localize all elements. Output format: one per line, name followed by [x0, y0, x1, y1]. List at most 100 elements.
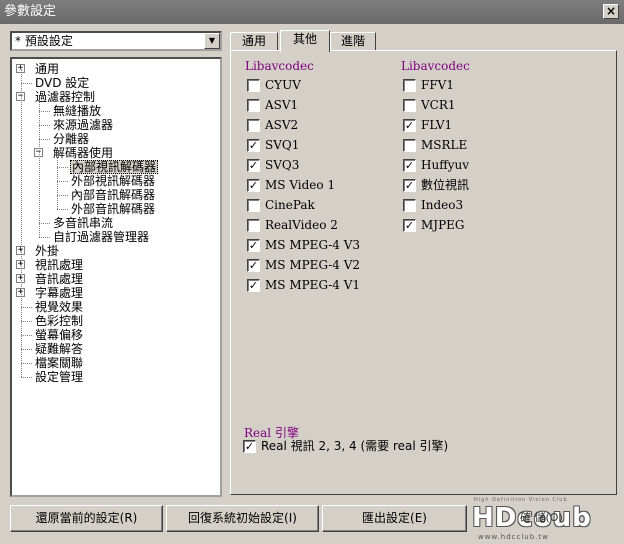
tree-item[interactable]: 內部視訊解碼器 — [70, 160, 159, 174]
codec-label: Huffyuv — [421, 158, 470, 172]
codec-checkbox[interactable] — [247, 119, 260, 132]
options-panel: Real 引擎 ✓ Real 視訊 2, 3, 4 (需要 real 引擎) L… — [230, 50, 617, 495]
close-button[interactable]: × — [603, 4, 619, 19]
tree-connector — [39, 139, 50, 140]
codec-label: FFV1 — [421, 78, 454, 92]
codec-checkbox[interactable]: ✓ — [247, 279, 260, 292]
tree-item[interactable]: 多音訊串流 — [52, 216, 114, 230]
codec-label: 數位視訊 — [421, 178, 470, 192]
tree-item[interactable]: 自訂過濾器管理器 — [52, 230, 150, 244]
codec-label: CYUV — [265, 78, 301, 92]
preset-dropdown[interactable]: * 預設設定 ▼ — [10, 31, 222, 51]
tree-connector — [21, 69, 22, 377]
codec-label: MS MPEG-4 V3 — [265, 238, 361, 252]
tree-connector — [57, 158, 58, 209]
codec-checkbox[interactable]: ✓ — [247, 259, 260, 272]
codec-checkbox[interactable]: ✓ — [403, 119, 416, 132]
codec-group-title: Libavcodec — [245, 59, 314, 73]
codec-checkbox[interactable] — [247, 99, 260, 112]
codec-label: SVQ1 — [265, 138, 300, 152]
tree-item[interactable]: 無縫播放 — [52, 104, 102, 118]
tree-connector — [39, 125, 50, 126]
watermark: High Definition Vision Club HDcoub 確 儲(O… — [472, 497, 620, 541]
tree-connector — [21, 363, 32, 364]
tree-item[interactable]: 分離器 — [52, 132, 90, 146]
codec-label: CinePak — [265, 198, 315, 212]
tree-item[interactable]: 過濾器控制 — [34, 90, 96, 104]
codec-label: VCR1 — [421, 98, 456, 112]
codec-checkbox[interactable] — [247, 199, 260, 212]
codec-label: MS MPEG-4 V2 — [265, 258, 361, 272]
codec-checkbox[interactable] — [403, 199, 416, 212]
tree-item[interactable]: 內部音訊解碼器 — [70, 188, 156, 202]
codec-checkbox[interactable] — [247, 219, 260, 232]
codec-checkbox[interactable]: ✓ — [403, 179, 416, 192]
tab-0[interactable]: 通用 — [230, 32, 278, 51]
tree-item[interactable]: 外部視訊解碼器 — [70, 174, 156, 188]
tree-item[interactable]: 視覺效果 — [34, 300, 84, 314]
codec-label: ASV2 — [265, 118, 299, 132]
tree-connector — [39, 102, 40, 237]
tree-connector — [39, 223, 50, 224]
tree-item[interactable]: 螢幕偏移 — [34, 328, 84, 342]
codec-checkbox[interactable]: ✓ — [403, 159, 416, 172]
codec-label: MS Video 1 — [265, 178, 336, 192]
codec-checkbox[interactable]: ✓ — [247, 159, 260, 172]
tree-connector — [21, 335, 32, 336]
codec-checkbox[interactable]: ✓ — [247, 239, 260, 252]
tree-item[interactable]: DVD 設定 — [34, 76, 90, 90]
tree-connector — [21, 349, 32, 350]
codec-label: SVQ3 — [265, 158, 300, 172]
tree-connector — [39, 237, 50, 238]
restore-settings-button[interactable]: 還原當前的設定(R) — [10, 505, 163, 532]
watermark-url: www.hdcclub.tw — [478, 533, 549, 541]
tree-item[interactable]: 外部音訊解碼器 — [70, 202, 156, 216]
tree-item[interactable]: 通用 — [34, 62, 60, 76]
tree-item[interactable]: 設定管理 — [34, 370, 84, 384]
tree-connector — [57, 181, 68, 182]
codec-label: Indeo3 — [421, 198, 464, 212]
tree-item[interactable]: 音訊處理 — [34, 272, 84, 286]
tree-item[interactable]: 外掛 — [34, 244, 60, 258]
real-video-label: Real 視訊 2, 3, 4 (需要 real 引擎) — [261, 439, 449, 453]
codec-checkbox[interactable] — [247, 79, 260, 92]
codec-checkbox[interactable] — [403, 79, 416, 92]
tree-item[interactable]: 解碼器使用 — [52, 146, 114, 160]
codec-group-title: Libavcodec — [401, 59, 470, 73]
tree-connector — [21, 377, 32, 378]
codec-checkbox[interactable] — [403, 139, 416, 152]
tree-connector — [57, 167, 68, 168]
codec-label: MSRLE — [421, 138, 468, 152]
codec-checkbox[interactable]: ✓ — [403, 219, 416, 232]
codec-label: FLV1 — [421, 118, 453, 132]
tree-connector — [21, 83, 32, 84]
codec-checkbox[interactable]: ✓ — [247, 179, 260, 192]
tree-connector — [21, 321, 32, 322]
settings-tree: + 通用 DVD 設定 − 過濾器控制 無縫播放 來源過濾器 分離器 − 解碼器使用 內部視訊解碼器… — [10, 57, 222, 497]
tree-connector — [39, 111, 50, 112]
codec-checkbox[interactable] — [403, 99, 416, 112]
codec-label: ASV1 — [265, 98, 299, 112]
codec-checkbox[interactable]: ✓ — [247, 139, 260, 152]
tree-item[interactable]: 來源過濾器 — [52, 118, 114, 132]
reset-defaults-button[interactable]: 回復系統初始設定(I) — [166, 505, 319, 532]
tree-item[interactable]: 字幕處理 — [34, 286, 84, 300]
tree-connector — [21, 307, 32, 308]
tree-connector — [57, 209, 68, 210]
export-settings-button[interactable]: 匯出設定(E) — [322, 505, 467, 532]
tab-2[interactable]: 進階 — [330, 32, 376, 51]
title-bar: 參數設定 × — [0, 0, 624, 24]
codec-label: MJPEG — [421, 218, 465, 232]
tree-connector — [57, 195, 68, 196]
chevron-down-icon[interactable]: ▼ — [204, 33, 220, 49]
tree-item[interactable]: 疑難解答 — [34, 342, 84, 356]
tree-item[interactable]: 視訊處理 — [34, 258, 84, 272]
preset-value: * 預設設定 — [15, 34, 73, 48]
window-title: 參數設定 — [4, 4, 57, 19]
tree-item[interactable]: 色彩控制 — [34, 314, 84, 328]
real-video-checkbox[interactable]: ✓ — [243, 440, 256, 453]
tab-1[interactable]: 其他 — [280, 30, 330, 52]
codec-label: MS MPEG-4 V1 — [265, 278, 361, 292]
watermark-overlay: 確 儲(O) — [520, 511, 563, 524]
tree-item[interactable]: 檔案關聯 — [34, 356, 84, 370]
